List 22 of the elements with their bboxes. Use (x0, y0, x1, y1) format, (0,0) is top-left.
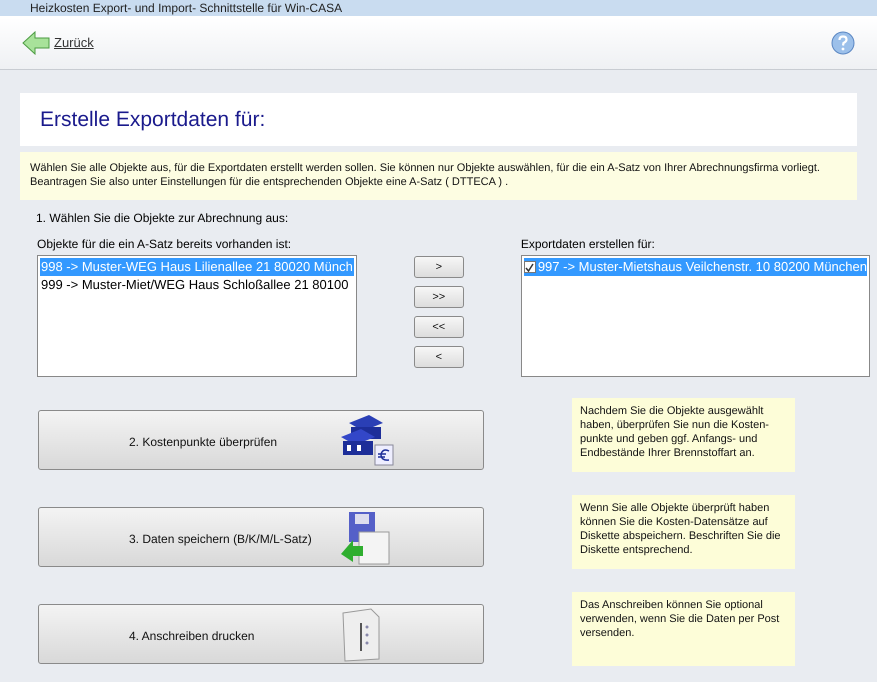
move-button[interactable]: < (414, 346, 464, 368)
move-button[interactable]: > (414, 256, 464, 278)
checkbox[interactable] (524, 261, 536, 273)
page-heading: Erstelle Exportdaten für: (40, 106, 266, 133)
hint-text: Das Anschreiben können Sie optional verwenden, wenn Sie die Daten per Post versenden. (580, 598, 780, 640)
step-button[interactable]: 2. Kostenpunkte überprüfen (38, 410, 484, 470)
hint-text: Nachdem Sie die Objekte ausgewählt haben, überprüfen Sie nun die Kosten-punkte und geben ggf. Anfangs- und Endbestände Ihrer Brennstoffart an. (580, 404, 770, 460)
step-button[interactable]: 3. Daten speichern (B/K/M/L-Satz) (38, 507, 484, 567)
info-text: Wählen Sie alle Objekte aus, für die Exportdaten erstellt werden sollen. Sie können nur Objekte auswählen, für die ein A-Satz von Ihrer Abrechnungsfirma vorliegt. Beantragen Sie also unter Einstellungen für die entsprechenden Objekte eine A-Satz ( DTTECA ) . (30, 161, 821, 189)
list-label: Exportdaten erstellen für: (520, 236, 656, 253)
move-button[interactable]: >> (414, 286, 464, 308)
step-button[interactable]: 4. Anschreiben drucken (38, 604, 484, 664)
back-button[interactable]: Zurück (22, 30, 94, 54)
help-icon[interactable] (831, 30, 855, 54)
disk-arrow-icon (339, 510, 391, 566)
step-label: 1. Wählen Sie die Objekte zur Abrechnung aus: (36, 210, 290, 227)
move-button[interactable]: << (414, 316, 464, 338)
list-item[interactable]: 999 -> Muster-Miet/WEG Haus Schloßallee 21 80100 (40, 276, 354, 294)
hint-text: Wenn Sie alle Objekte überprüft haben können Sie die Kosten-Datensätze auf Diskette abspeichern. Beschriften Sie die Diskette entsprechend. (580, 501, 782, 557)
back-arrow-icon (22, 30, 50, 54)
window-title: Heizkosten Export- und Import- Schnittstelle für Win-CASA (30, 1, 342, 15)
list-label: Objekte für die ein A-Satz bereits vorhanden ist: (37, 236, 292, 253)
